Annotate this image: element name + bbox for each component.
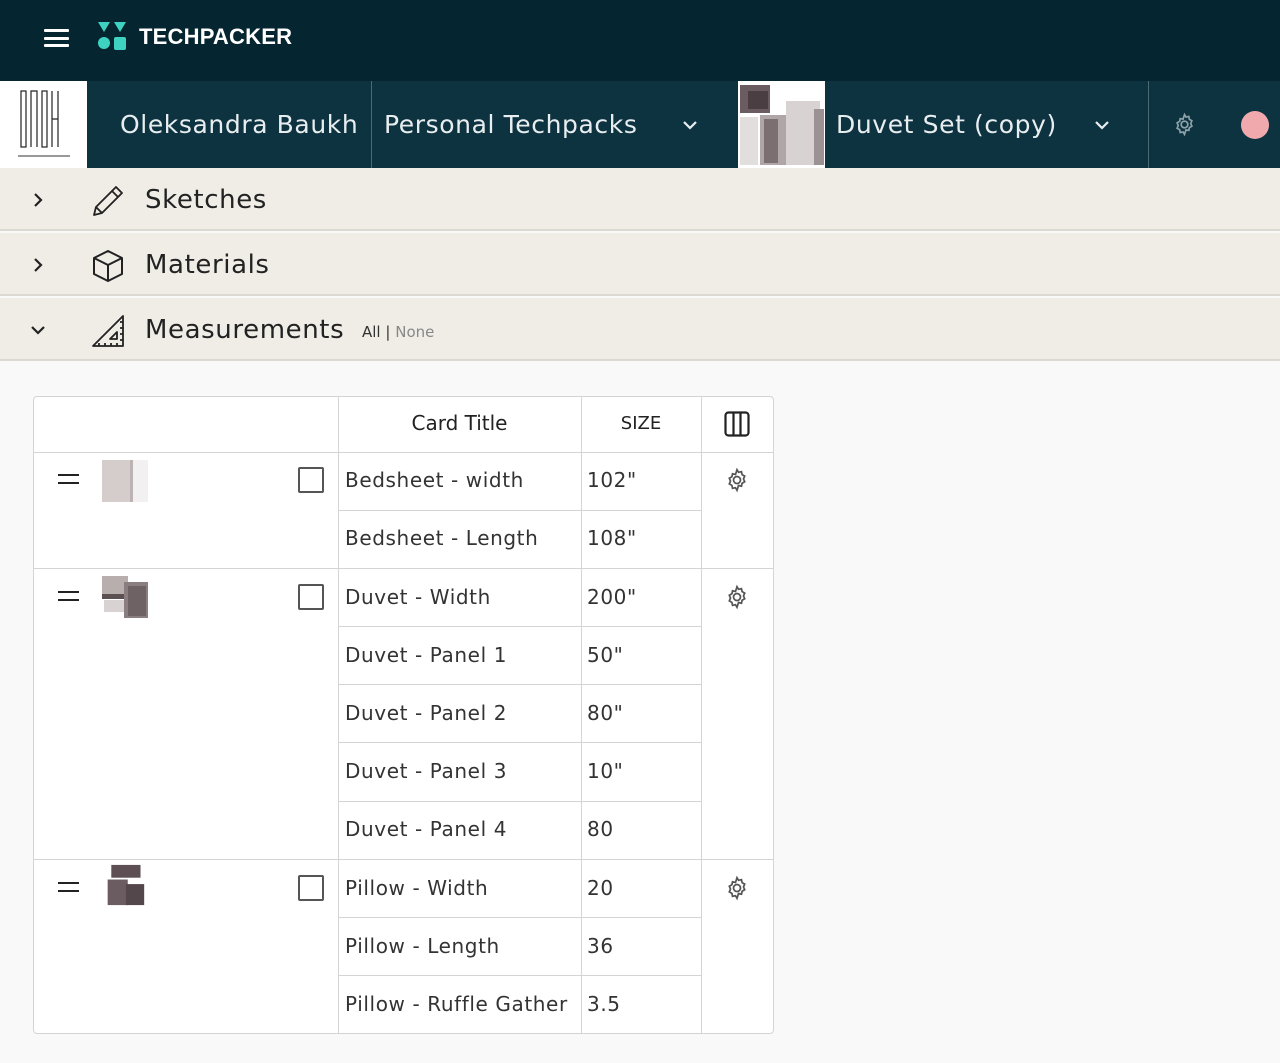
chevron-right-icon[interactable]: [30, 257, 46, 273]
ruler-triangle-icon: [92, 315, 124, 347]
workspace-selector[interactable]: Personal Techpacks: [384, 110, 637, 139]
gear-icon[interactable]: [724, 467, 750, 493]
pencil-icon: [93, 186, 123, 216]
column-header-card-title[interactable]: Card Title: [338, 411, 581, 435]
card-title[interactable]: Bedsheet - width: [345, 468, 524, 492]
product-image: [738, 81, 825, 168]
card-thumbnail[interactable]: [102, 576, 148, 618]
row-checkbox[interactable]: [298, 875, 324, 901]
card-title[interactable]: Duvet - Panel 1: [345, 643, 507, 667]
section-title: Measurements: [145, 315, 345, 345]
card-title[interactable]: Duvet - Panel 3: [345, 759, 507, 783]
row-checkbox[interactable]: [298, 584, 324, 610]
select-all-link[interactable]: All: [362, 323, 381, 341]
select-none-link[interactable]: None: [395, 323, 434, 341]
section-title: Sketches: [145, 185, 267, 215]
column-divider: [701, 397, 702, 1033]
card-thumbnail[interactable]: [102, 460, 148, 502]
card-title[interactable]: Pillow - Length: [345, 934, 500, 958]
size-value[interactable]: 80: [587, 817, 614, 841]
size-value[interactable]: 3.5: [587, 992, 621, 1016]
row-divider: [338, 742, 701, 743]
link-divider: |: [385, 323, 391, 341]
cube-icon: [93, 250, 123, 282]
chevron-down-icon[interactable]: [682, 117, 698, 133]
product-thumbnail[interactable]: [738, 81, 825, 168]
divider: [1148, 81, 1149, 168]
column-divider: [581, 397, 582, 1033]
section-sketches[interactable]: Sketches: [0, 168, 1280, 231]
column-divider: [338, 397, 339, 1033]
context-bar: Oleksandra Baukh Personal Techpacks Duve…: [0, 81, 1280, 168]
card-title[interactable]: Pillow - Width: [345, 876, 488, 900]
drag-handle-icon[interactable]: [58, 474, 79, 484]
brand-name[interactable]: TECHPACKER: [139, 24, 292, 50]
app-header: TECHPACKER: [0, 0, 1280, 81]
chevron-down-icon[interactable]: [30, 322, 46, 338]
size-value[interactable]: 36: [587, 934, 614, 958]
brand-thumbnail[interactable]: [0, 81, 87, 168]
size-value[interactable]: 102": [587, 468, 637, 492]
gear-icon[interactable]: [1172, 112, 1197, 137]
drag-handle-icon[interactable]: [58, 591, 79, 601]
card-title[interactable]: Pillow - Ruffle Gather: [345, 992, 568, 1016]
brand-logo-image: [18, 90, 70, 157]
card-title[interactable]: Bedsheet - Length: [345, 526, 538, 550]
section-measurements[interactable]: Measurements All | None: [0, 298, 1280, 361]
row-divider: [338, 626, 701, 627]
chevron-right-icon[interactable]: [30, 192, 46, 208]
column-header-size[interactable]: SIZE: [581, 413, 701, 434]
group-divider: [34, 568, 773, 569]
group-divider: [34, 859, 773, 860]
drag-handle-icon[interactable]: [58, 882, 79, 892]
card-title[interactable]: Duvet - Panel 2: [345, 701, 507, 725]
product-selector[interactable]: Duvet Set (copy): [836, 110, 1057, 139]
divider: [371, 81, 372, 168]
size-value[interactable]: 80": [587, 701, 623, 725]
section-title: Materials: [145, 250, 270, 280]
row-divider: [338, 801, 701, 802]
section-materials[interactable]: Materials: [0, 233, 1280, 296]
row-checkbox[interactable]: [298, 467, 324, 493]
columns-icon[interactable]: [724, 411, 750, 437]
techpacker-logo-icon[interactable]: [98, 22, 126, 50]
hamburger-icon[interactable]: [44, 29, 69, 47]
card-thumbnail[interactable]: [102, 864, 148, 906]
size-value[interactable]: 200": [587, 585, 637, 609]
gear-icon[interactable]: [724, 875, 750, 901]
owner-name[interactable]: Oleksandra Baukh: [120, 110, 358, 139]
gear-icon[interactable]: [724, 584, 750, 610]
size-value[interactable]: 20: [587, 876, 614, 900]
size-value[interactable]: 108": [587, 526, 637, 550]
row-divider: [34, 452, 773, 453]
row-divider: [338, 917, 701, 918]
size-value[interactable]: 10": [587, 759, 623, 783]
row-divider: [338, 510, 701, 511]
row-divider: [338, 975, 701, 976]
select-links: All | None: [362, 323, 434, 341]
measurements-table: Card Title SIZE Bedsheet - width 102" Be…: [33, 396, 774, 1034]
row-divider: [338, 684, 701, 685]
card-title[interactable]: Duvet - Panel 4: [345, 817, 507, 841]
size-value[interactable]: 50": [587, 643, 623, 667]
avatar[interactable]: [1241, 111, 1269, 139]
chevron-down-icon[interactable]: [1094, 117, 1110, 133]
card-title[interactable]: Duvet - Width: [345, 585, 491, 609]
